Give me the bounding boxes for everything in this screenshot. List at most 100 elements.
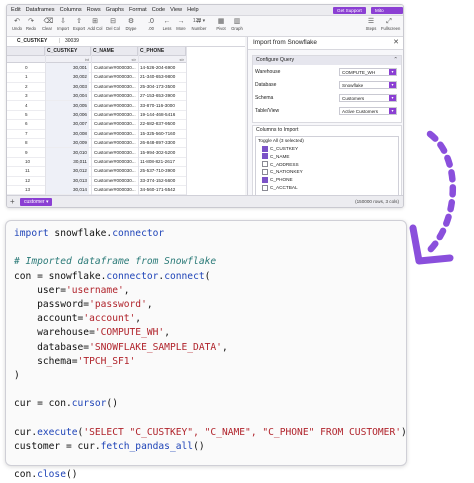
dtype-button[interactable]: ⚙ Dtype <box>123 18 139 31</box>
table-row[interactable]: 7 30,008 Customer#000030... 15-325-560-7160 <box>7 128 245 138</box>
table-cell[interactable]: Customer#000030... <box>91 119 137 128</box>
chevron-down-icon[interactable]: ▾ <box>389 69 396 75</box>
table-cell[interactable]: 30,011 <box>45 157 89 167</box>
add-col-button[interactable]: ⊞ Add Col <box>87 18 103 31</box>
table-cell[interactable]: 30,001 <box>45 63 89 73</box>
table-row[interactable]: 9 30,010 Customer#000030... 15-994-302-5200 <box>7 147 245 157</box>
table-cell[interactable]: Customer#000030... <box>91 82 137 91</box>
import-button[interactable]: ⇩ Import <box>55 18 71 31</box>
column-checkbox-c-acctbal[interactable]: C_ACCTBAL <box>262 184 298 191</box>
table-row[interactable]: 8 30,009 Customer#000030... 26-848-897-3300 <box>7 138 245 148</box>
formula-value[interactable]: 30039 <box>65 37 79 46</box>
clear-button[interactable]: ⌫ Clear <box>39 18 55 31</box>
warehouse-select[interactable]: COMPUTE_WH ▾ <box>339 68 397 76</box>
table-row[interactable]: 12 30,013 Customer#000030... 33-374-152-560… <box>7 175 245 185</box>
table-row[interactable]: 0 30,001 Customer#000030... 14-526-204-6900 <box>7 63 245 73</box>
table-cell[interactable]: Customer#000030... <box>91 157 137 166</box>
table-cell[interactable]: 30,009 <box>45 138 89 148</box>
table-cell[interactable]: 27-153-653-3900 <box>138 91 184 100</box>
column-header-c-phone[interactable]: C_PHONE <box>138 47 186 56</box>
table-row[interactable]: 3 30,004 Customer#000030... 27-153-653-3900 <box>7 91 245 101</box>
sheet-tab-customer[interactable]: customer ▾ <box>20 198 53 206</box>
table-cell[interactable]: 30,006 <box>45 110 89 120</box>
add-sheet-icon[interactable]: + <box>10 196 15 207</box>
table-row[interactable]: 1 30,002 Customer#000030... 21-340-653-9800 <box>7 72 245 82</box>
table-cell[interactable]: 33-870-116-3000 <box>138 101 184 110</box>
table-cell[interactable]: 26-848-897-3300 <box>138 138 184 147</box>
table-cell[interactable]: 30,007 <box>45 119 89 129</box>
table-cell[interactable]: Customer#000030... <box>91 166 137 175</box>
table-row[interactable]: 4 30,005 Customer#000030... 33-870-116-3000 <box>7 100 245 110</box>
table-cell[interactable]: Customer#000030... <box>91 63 137 72</box>
graph-button[interactable]: ▥ Graph <box>229 18 245 31</box>
close-icon[interactable]: ✕ <box>393 37 399 49</box>
table-cell[interactable]: Customer#000030... <box>91 148 137 157</box>
menu-item-dataframes[interactable]: Dataframes <box>26 7 55 13</box>
table-row[interactable]: 5 30,006 Customer#000030... 19-144-468-5416 <box>7 110 245 120</box>
del-col-button[interactable]: ⊟ Del Col <box>105 18 121 31</box>
fullscreen-button[interactable]: ⤢ Fullscreen <box>381 18 400 31</box>
configure-query-header[interactable]: Configure Query ⌃ <box>253 56 401 65</box>
data-grid[interactable]: C_CUSTKEY C_NAME C_PHONE int str str 0 30… <box>7 47 245 195</box>
table-cell[interactable]: Customer#000030... <box>91 176 137 185</box>
menu-item-help[interactable]: Help <box>187 7 199 13</box>
table-cell[interactable]: 30,013 <box>45 175 89 185</box>
formula-bar[interactable]: C_CUSTKEY | 30039 <box>7 37 245 47</box>
unchecked-checkbox-icon[interactable] <box>262 161 268 168</box>
column-checkbox-c-custkey[interactable]: C_CUSTKEY <box>262 145 298 152</box>
table-row[interactable]: 2 30,003 Customer#000030... 25-304-173-3500 <box>7 81 245 91</box>
unchecked-checkbox-icon[interactable] <box>262 184 268 191</box>
table-cell[interactable]: 30,012 <box>45 166 89 176</box>
table-cell[interactable]: 33-374-152-5600 <box>138 176 184 185</box>
table-cell[interactable]: Customer#000030... <box>91 72 137 81</box>
table-cell[interactable]: Customer#000030... <box>91 129 137 138</box>
table-view-select[interactable]: Active Customers ▾ <box>339 107 397 115</box>
table-cell[interactable]: 30,010 <box>45 147 89 157</box>
menu-item-format[interactable]: Format <box>129 7 147 13</box>
chevron-down-icon[interactable]: ▾ <box>389 82 396 88</box>
menu-item-graphs[interactable]: Graphs <box>106 7 124 13</box>
menu-item-columns[interactable]: Columns <box>60 7 82 13</box>
toggle-all-checkbox[interactable]: Toggle All (3 selected) <box>258 138 304 143</box>
table-row[interactable]: 11 30,012 Customer#000030... 25-537-710-390… <box>7 166 245 176</box>
export-button[interactable]: ⇧ Export <box>71 18 87 31</box>
column-checkbox-c-phone[interactable]: C_PHONE <box>262 176 293 183</box>
table-cell[interactable]: 30,003 <box>45 81 89 91</box>
table-cell[interactable]: 14-526-204-6900 <box>138 63 184 72</box>
redo-button[interactable]: ↷ Redo <box>23 18 39 31</box>
checked-checkbox-icon[interactable] <box>262 176 268 183</box>
table-cell[interactable]: Customer#000030... <box>91 101 137 110</box>
column-checkbox-c-address[interactable]: C_ADDRESS <box>262 161 299 168</box>
pivot-button[interactable]: ▦ Pivot <box>213 18 229 31</box>
unchecked-checkbox-icon[interactable] <box>262 168 268 175</box>
table-cell[interactable]: 30,005 <box>45 100 89 110</box>
steps-button[interactable]: ☰ Steps <box>363 18 379 31</box>
column-header-c-name[interactable]: C_NAME <box>91 47 138 56</box>
table-cell[interactable]: Customer#000030... <box>91 91 137 100</box>
menu-item-edit[interactable]: Edit <box>11 7 21 13</box>
chevron-up-icon[interactable]: ⌃ <box>393 56 398 65</box>
table-cell[interactable]: 22-682-837-9500 <box>138 119 184 128</box>
chevron-down-icon[interactable]: ▾ <box>389 108 396 114</box>
table-cell[interactable]: 30,008 <box>45 128 89 138</box>
table-cell[interactable]: 30,002 <box>45 72 89 82</box>
table-cell[interactable]: 21-340-653-9800 <box>138 72 184 81</box>
get-support-button[interactable]: Get Support <box>333 6 366 14</box>
table-row[interactable]: 6 30,007 Customer#000030... 22-682-837-9500 <box>7 119 245 129</box>
column-checkbox-c-nationkey[interactable]: C_NATIONKEY <box>262 168 303 175</box>
database-select[interactable]: Snowflake ▾ <box>339 81 397 89</box>
menu-item-code[interactable]: Code <box>152 7 165 13</box>
table-cell[interactable]: Customer#000030... <box>91 138 137 147</box>
chevron-down-icon[interactable]: ▾ <box>389 95 396 101</box>
column-checkbox-list[interactable]: Toggle All (3 selected) C_CUSTKEY C_NAME C… <box>255 136 399 196</box>
table-cell[interactable]: 25-537-710-3900 <box>138 166 184 175</box>
00-button[interactable]: .0.00 <box>143 18 159 31</box>
table-row[interactable]: 13 30,014 Customer#000030... 34-560-171-554… <box>7 185 245 195</box>
table-cell[interactable]: 15-325-560-7160 <box>138 129 184 138</box>
table-cell[interactable]: 19-144-468-5416 <box>138 110 184 119</box>
table-cell[interactable]: 34-560-171-5542 <box>138 185 184 194</box>
schema-select[interactable]: Customers ▾ <box>339 94 397 102</box>
number-format-select[interactable]: 123 ▾ <box>191 18 207 26</box>
checked-checkbox-icon[interactable] <box>262 145 268 152</box>
table-cell[interactable]: 30,004 <box>45 91 89 101</box>
